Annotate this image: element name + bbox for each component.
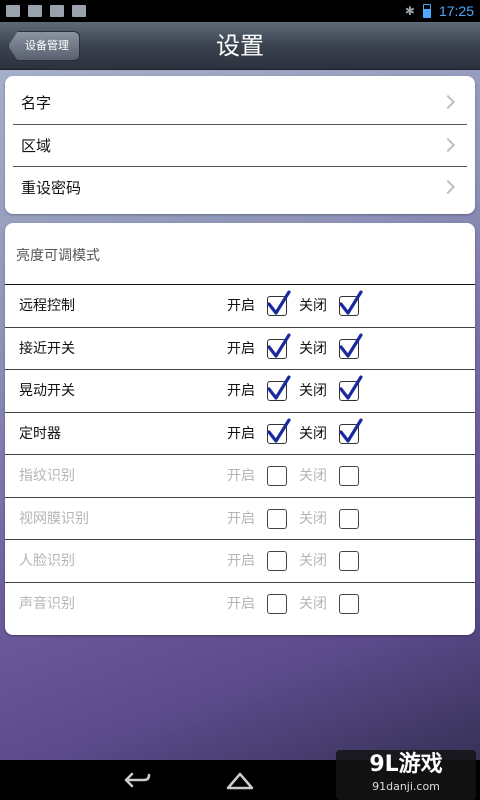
mode-name: 远程控制 [19, 298, 75, 314]
mode-name: 视网膜识别 [19, 510, 89, 527]
mode-row: 远程控制 开启 关闭 [5, 285, 475, 328]
on-checkbox[interactable] [267, 375, 291, 401]
off-checkbox[interactable] [339, 551, 359, 571]
menu-item-name[interactable]: 名字 [13, 82, 467, 125]
usb-icon [28, 5, 42, 17]
off-label: 关闭 [299, 383, 327, 399]
watermark: 9L游戏 91danji.com [336, 750, 476, 800]
menu-item-region[interactable]: 区域 [13, 125, 467, 167]
off-checkbox[interactable] [339, 466, 359, 486]
chevron-right-icon [440, 94, 456, 110]
back-button[interactable]: 设备管理 [8, 31, 80, 61]
mode-row: 晃动开关 开启 关闭 [5, 370, 475, 413]
bluetooth-icon: ✱ [404, 4, 415, 18]
off-checkbox[interactable] [339, 332, 363, 359]
mode-name: 定时器 [19, 425, 61, 442]
on-checkbox[interactable] [267, 417, 291, 444]
home-icon[interactable] [225, 770, 255, 790]
off-label: 关闭 [299, 553, 327, 569]
menu-item-label: 区域 [21, 136, 52, 155]
off-label: 关闭 [299, 298, 327, 314]
on-label: 开启 [227, 595, 255, 612]
mode-rows: 远程控制 开启 关闭 接近开关 开启 关闭 晃动开关 开启 关闭 定时器 开启 关闭 指纹识别 开启 关闭视… [5, 285, 475, 625]
off-label: 关闭 [299, 425, 327, 442]
mode-row: 指纹识别 开启 关闭 [5, 455, 475, 498]
on-checkbox[interactable] [267, 290, 291, 316]
on-checkbox[interactable] [267, 508, 287, 529]
mode-name: 接近开关 [19, 340, 75, 357]
mode-row: 视网膜识别 开启 关闭 [5, 498, 475, 540]
off-label: 关闭 [299, 468, 327, 484]
mode-row: 定时器 开启 关闭 [5, 413, 475, 455]
battery-icon [422, 4, 431, 18]
menu-item-label: 名字 [21, 94, 52, 112]
camera-icon [50, 5, 64, 17]
off-checkbox[interactable] [339, 417, 363, 444]
mode-name: 人脸识别 [19, 553, 75, 569]
off-checkbox[interactable] [339, 290, 363, 316]
off-label: 关闭 [299, 340, 327, 357]
on-checkbox[interactable] [267, 551, 287, 571]
section-title: 亮度可调模式 [5, 223, 475, 285]
on-label: 开启 [227, 468, 255, 484]
gallery-icon [6, 5, 20, 17]
mode-row: 人脸识别 开启 关闭 [5, 540, 475, 583]
on-checkbox[interactable] [267, 593, 287, 614]
watermark-brand: 9L游戏 [369, 752, 443, 777]
notification-icons [0, 5, 86, 17]
off-label: 关闭 [299, 595, 327, 612]
on-label: 开启 [227, 425, 255, 442]
menu-item-reset-password[interactable]: 重设密码 [13, 167, 467, 210]
settings-menu-card: 名字 区域 重设密码 [5, 76, 475, 214]
off-checkbox[interactable] [339, 593, 359, 614]
mode-row: 声音识别 开启 关闭 [5, 583, 475, 626]
watermark-site: 91danji.com [372, 780, 440, 793]
back-nav-icon[interactable] [122, 770, 152, 790]
chevron-right-icon [440, 179, 456, 195]
mode-row: 接近开关 开启 关闭 [5, 328, 475, 370]
mode-name: 声音识别 [19, 595, 75, 612]
status-bar: ✱ 17:25 [0, 0, 480, 22]
mode-name: 指纹识别 [19, 468, 75, 484]
chevron-right-icon [440, 137, 456, 152]
download-icon [72, 5, 86, 17]
off-label: 关闭 [299, 510, 327, 527]
on-label: 开启 [227, 510, 255, 527]
on-checkbox[interactable] [267, 332, 291, 359]
brightness-mode-card: 亮度可调模式 远程控制 开启 关闭 接近开关 开启 关闭 晃动开关 开启 关闭 定时器 开启 关闭 指纹… [5, 223, 475, 635]
on-checkbox[interactable] [267, 466, 287, 486]
on-label: 开启 [227, 383, 255, 399]
mode-name: 晃动开关 [19, 383, 75, 399]
on-label: 开启 [227, 298, 255, 314]
on-label: 开启 [227, 340, 255, 357]
menu-item-label: 重设密码 [21, 179, 82, 197]
off-checkbox[interactable] [339, 375, 363, 401]
off-checkbox[interactable] [339, 508, 359, 529]
on-label: 开启 [227, 553, 255, 569]
title-bar: 设置 设备管理 [0, 22, 480, 70]
clock: 17:25 [438, 3, 474, 19]
